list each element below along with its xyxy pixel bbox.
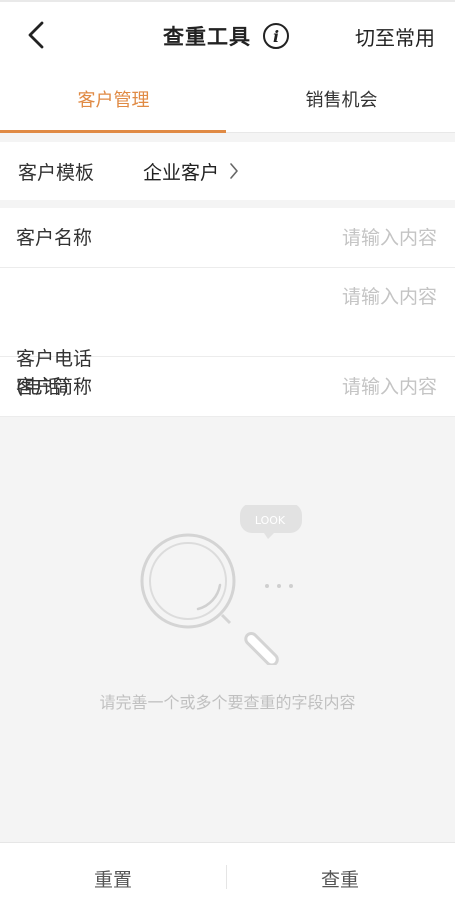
customer-name-input[interactable]: [267, 223, 437, 253]
empty-message: 请完善一个或多个要查重的字段内容: [99, 693, 356, 712]
title-group: 查重工具 i: [163, 20, 289, 52]
tab-bar: 客户管理 销售机会: [0, 66, 455, 133]
look-bubble-text: LOOK: [255, 514, 286, 527]
chevron-right-icon: [229, 162, 239, 180]
magnifier-look-icon: LOOK: [140, 505, 302, 665]
tab-label: 客户管理: [77, 90, 150, 111]
field-customer-short-name: 客户简称: [0, 357, 455, 417]
active-tab-indicator: [0, 130, 226, 133]
tab-label: 销售机会: [305, 90, 378, 111]
info-icon[interactable]: i: [263, 23, 289, 49]
field-customer-name: 客户名称: [0, 208, 455, 268]
field-label: 客户名称: [16, 227, 93, 249]
top-bar: 查重工具 i 切至常用: [0, 0, 455, 66]
check-duplicate-button[interactable]: 查重: [227, 843, 453, 913]
footer-bar: 重置 查重: [0, 842, 455, 913]
empty-state: LOOK 请完善一个或多个要查重的字段内容: [0, 417, 455, 842]
tab-customer-management[interactable]: 客户管理: [0, 66, 227, 132]
customer-short-name-input[interactable]: [267, 372, 437, 402]
template-label: 客户模板: [18, 161, 95, 184]
field-customer-phone: 客户电话 (电话): [0, 268, 455, 398]
tab-sales-opportunity[interactable]: 销售机会: [228, 66, 455, 132]
reset-button[interactable]: 重置: [0, 843, 226, 913]
customer-phone-input[interactable]: [267, 282, 437, 312]
template-value-group: 企业客户: [143, 158, 239, 185]
switch-to-common-button[interactable]: 切至常用: [355, 22, 435, 51]
page-title: 查重工具: [163, 25, 251, 49]
search-fields-form: 客户名称 客户电话 (电话) 客户简称: [0, 208, 455, 417]
template-value: 企业客户: [143, 161, 220, 184]
customer-template-selector[interactable]: 客户模板 企业客户: [0, 142, 455, 200]
field-label: 客户简称: [16, 376, 93, 398]
back-button[interactable]: [22, 18, 50, 52]
chevron-left-icon: [28, 21, 44, 49]
